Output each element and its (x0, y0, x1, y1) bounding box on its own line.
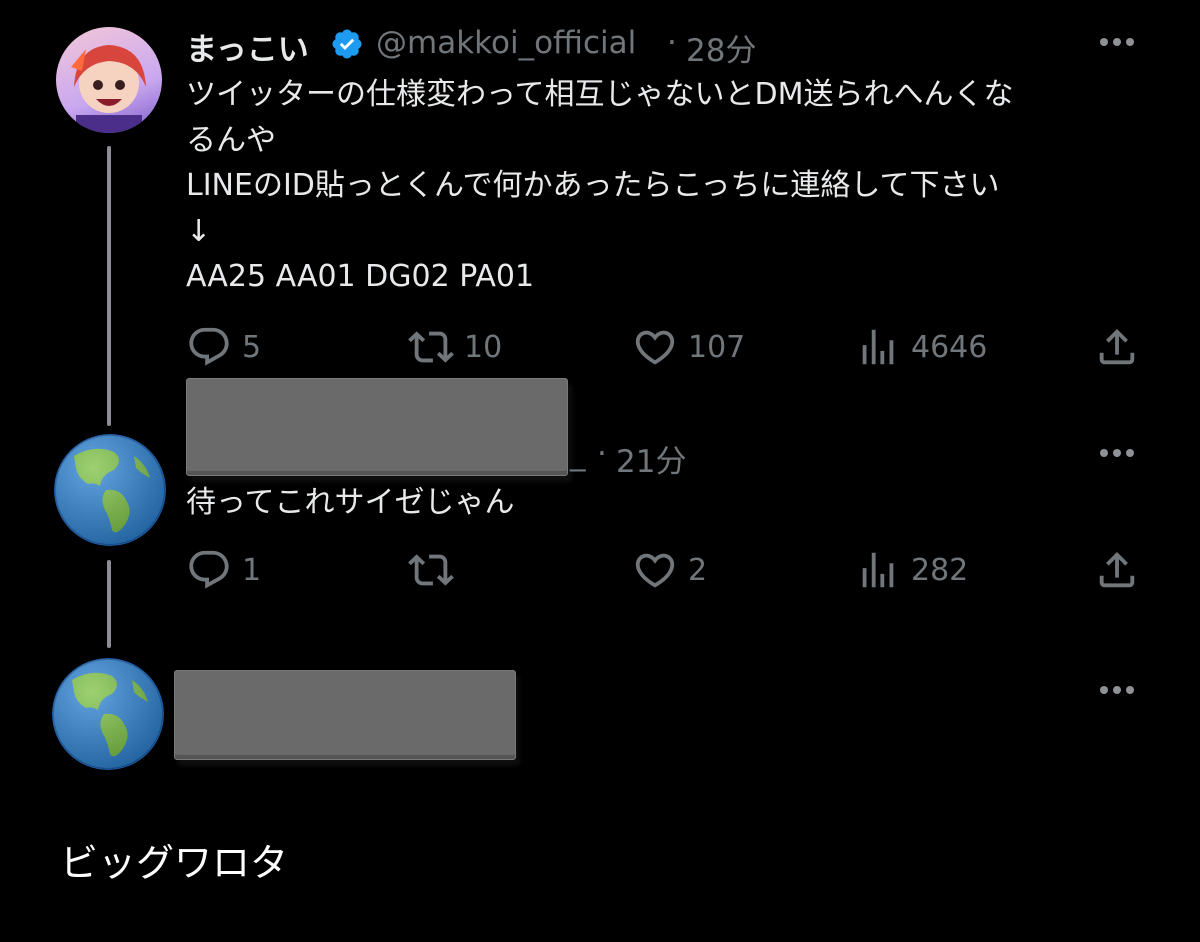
share-button[interactable] (1094, 324, 1140, 370)
views-count: 282 (911, 552, 969, 588)
reply-button[interactable]: 5 (186, 324, 261, 370)
tweet-text: ツイッターの仕様変わって相互じゃないとDM送られへんくな るんや LINEのID… (186, 72, 1013, 300)
author-name[interactable]: まっこい (186, 24, 309, 69)
retweet-icon (408, 554, 454, 586)
views-chart-icon (862, 552, 894, 588)
share-button[interactable] (1094, 547, 1140, 593)
verified-badge-icon (332, 29, 362, 59)
views-chart-icon (862, 329, 894, 365)
more-options-icon[interactable] (1100, 686, 1134, 694)
reply-button[interactable]: 1 (186, 547, 261, 593)
tweet-text-line: AA25 AA01 DG02 PA01 (186, 259, 535, 294)
caption-text: ビッグワロタ (60, 841, 289, 885)
reply-count: 1 (242, 552, 262, 588)
retweet-count: 10 (464, 329, 503, 365)
views-button[interactable]: 282 (855, 547, 968, 593)
like-count: 107 (688, 329, 746, 365)
reply-icon (189, 327, 229, 366)
redacted-username (174, 670, 516, 760)
reply-handle-tail[interactable]: _ (570, 436, 586, 472)
tweet-text-line: ↓ (186, 213, 212, 249)
tweet-time[interactable]: 28分 (686, 25, 756, 70)
heart-icon (635, 330, 675, 365)
more-options-icon[interactable] (1100, 449, 1134, 457)
globe-americas-icon (52, 658, 164, 770)
like-button[interactable]: 2 (632, 547, 707, 593)
retweet-icon (408, 331, 454, 363)
views-button[interactable]: 4646 (855, 324, 987, 370)
meta-separator: · (667, 25, 677, 61)
heart-icon (635, 553, 675, 588)
thread-line (107, 146, 111, 426)
retweet-button[interactable]: 10 (408, 324, 502, 370)
share-icon (1099, 551, 1135, 588)
tweet-text-line: LINEのID貼っとくんで何かあったらこっちに連絡して下さい (186, 168, 1000, 203)
thread-line (107, 560, 111, 648)
reply-icon (189, 550, 229, 589)
tweet-text-line: るんや (186, 122, 276, 158)
tweet-text: 待ってこれサイゼじゃん (186, 485, 515, 520)
tweet-time[interactable]: 21分 (616, 436, 686, 481)
like-button[interactable]: 107 (632, 324, 745, 370)
avatar-illustration-icon (71, 45, 146, 133)
avatar-globe[interactable] (52, 658, 164, 770)
globe-americas-icon (54, 434, 166, 546)
meta-separator: · (597, 436, 607, 472)
like-count: 2 (688, 552, 708, 588)
views-count: 4646 (911, 329, 988, 365)
share-icon (1099, 328, 1135, 365)
avatar-makkoi[interactable] (56, 27, 162, 133)
retweet-button[interactable] (408, 547, 464, 593)
tweet-text-line: ツイッターの仕様変わって相互じゃないとDM送られへんくな (186, 77, 1014, 112)
reply-count: 5 (242, 329, 262, 365)
more-options-icon[interactable] (1100, 38, 1134, 46)
redacted-username (186, 378, 568, 476)
avatar-globe[interactable] (54, 434, 166, 546)
author-handle[interactable]: @makkoi_official (376, 25, 636, 61)
